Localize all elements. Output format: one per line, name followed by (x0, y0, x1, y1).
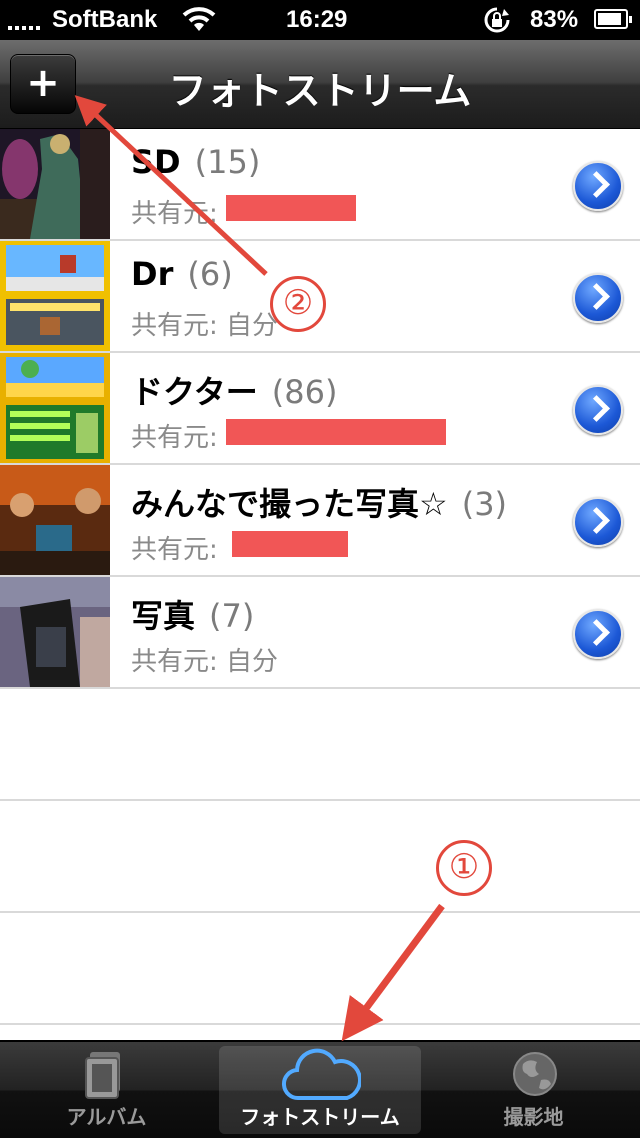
list-item[interactable]: SD (15) 共有元: (0, 129, 640, 241)
redaction-mark (226, 195, 356, 221)
shared-by: 共有元: 自分 (131, 647, 279, 677)
list-item[interactable]: ドクター (86) 共有元: (0, 353, 640, 465)
annotation-marker-2: ② (270, 276, 326, 332)
tab-label: 撮影地 (503, 1105, 564, 1129)
annotation-marker-1: ① (436, 840, 492, 896)
stream-title: みんなで撮った写真☆ (3) (131, 485, 508, 523)
stream-title: 写真 (7) (131, 597, 255, 635)
stream-title: SD (15) (131, 143, 261, 181)
stream-thumbnail (0, 353, 110, 463)
battery-icon (594, 9, 632, 29)
photo-count: (3) (461, 485, 508, 523)
stream-thumbnail (0, 241, 110, 351)
signal-strength-icon (8, 14, 48, 30)
shared-by: 共有元: (131, 535, 218, 565)
list-item[interactable]: みんなで撮った写真☆ (3) 共有元: (0, 465, 640, 577)
stream-thumbnail (0, 129, 110, 239)
clock: 16:29 (286, 6, 348, 33)
redaction-mark (232, 531, 348, 557)
disclosure-button[interactable] (573, 273, 623, 323)
list-item[interactable]: 写真 (7) 共有元: 自分 (0, 577, 640, 689)
stream-title: Dr (6) (131, 255, 233, 293)
battery-percent: 83% (530, 6, 579, 33)
tab-places[interactable]: 撮影地 (427, 1042, 640, 1138)
disclosure-button[interactable] (573, 497, 623, 547)
globe-icon (513, 1052, 557, 1096)
stream-title: ドクター (86) (131, 373, 338, 411)
cloud-icon (281, 1048, 361, 1101)
redaction-mark (226, 419, 446, 445)
carrier-name: SoftBank (52, 6, 158, 33)
shared-by: 共有元: 自分 (131, 311, 279, 341)
empty-row (0, 689, 640, 801)
stream-thumbnail (0, 577, 110, 687)
photo-count: (6) (187, 255, 233, 293)
disclosure-button[interactable] (573, 609, 623, 659)
navigation-bar: + フォトストリーム (0, 40, 640, 129)
albums-icon (85, 1052, 120, 1099)
tab-bar: アルバム フォトストリーム 撮影地 (0, 1040, 640, 1138)
rotation-lock-icon (484, 7, 510, 33)
tab-albums[interactable]: アルバム (0, 1042, 213, 1138)
tab-photo-stream[interactable]: フォトストリーム (219, 1046, 421, 1134)
shared-by: 共有元: (131, 199, 218, 229)
photo-count: (86) (271, 373, 338, 411)
photo-stream-list: SD (15) 共有元: Dr (6) 共有元: 自分 ドクター (86) 共有… (0, 129, 640, 1025)
status-bar: SoftBank 16:29 83% (0, 0, 640, 40)
photo-count: (7) (209, 597, 255, 635)
tab-label: アルバム (66, 1105, 147, 1129)
page-title: フォトストリーム (168, 69, 472, 113)
empty-row (0, 913, 640, 1025)
disclosure-button[interactable] (573, 385, 623, 435)
shared-by: 共有元: (131, 423, 218, 453)
wifi-icon (182, 7, 216, 31)
photo-count: (15) (194, 143, 261, 181)
stream-thumbnail (0, 465, 110, 575)
disclosure-button[interactable] (573, 161, 623, 211)
tab-label: フォトストリーム (240, 1105, 400, 1129)
empty-row (0, 801, 640, 913)
